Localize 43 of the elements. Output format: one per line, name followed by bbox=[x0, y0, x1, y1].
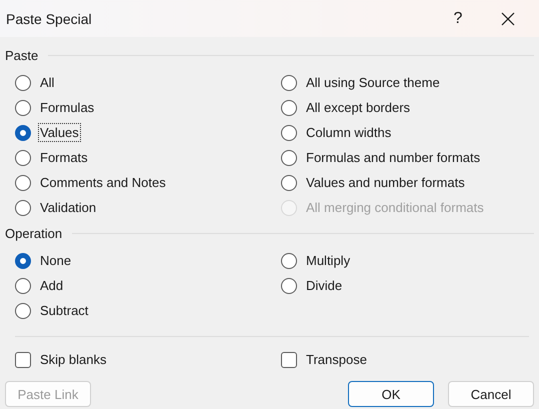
radio-button[interactable] bbox=[15, 252, 31, 268]
help-button[interactable]: ? bbox=[433, 0, 483, 37]
radio-button[interactable] bbox=[281, 278, 297, 294]
radio-label[interactable]: None bbox=[39, 252, 72, 269]
radio-button[interactable] bbox=[281, 124, 297, 140]
dialog-button[interactable]: Cancel bbox=[448, 381, 534, 407]
radio-button[interactable] bbox=[15, 174, 31, 190]
radio-label[interactable]: Add bbox=[39, 277, 64, 294]
radio-button[interactable] bbox=[281, 252, 297, 268]
radio-label[interactable]: Subtract bbox=[39, 302, 90, 319]
radio-label[interactable]: Multiply bbox=[305, 252, 352, 269]
radio-label[interactable]: Formulas and number formats bbox=[305, 149, 482, 166]
radio-button[interactable] bbox=[15, 74, 31, 90]
radio-button[interactable] bbox=[15, 124, 31, 140]
radio-label[interactable]: Values and number formats bbox=[305, 174, 466, 191]
group-label: Paste bbox=[5, 48, 38, 62]
radio-button[interactable] bbox=[15, 150, 31, 166]
close-icon bbox=[501, 12, 515, 26]
radio-button[interactable] bbox=[281, 74, 297, 90]
radio-button[interactable] bbox=[15, 100, 31, 116]
window-title: Paste Special bbox=[6, 10, 93, 26]
radio-label[interactable]: Divide bbox=[305, 277, 344, 294]
radio-label[interactable]: Values bbox=[39, 124, 80, 141]
radio-label[interactable]: All using Source theme bbox=[305, 74, 441, 91]
radio-label[interactable]: Column widths bbox=[305, 124, 392, 141]
radio-button[interactable] bbox=[281, 174, 297, 190]
checkbox-label[interactable]: Transpose bbox=[305, 351, 368, 368]
checkbox-label[interactable]: Skip blanks bbox=[39, 351, 108, 368]
radio-button[interactable] bbox=[15, 200, 31, 216]
radio-label[interactable]: Formats bbox=[39, 149, 89, 166]
radio-button[interactable] bbox=[281, 100, 297, 116]
radio-label[interactable]: All except borders bbox=[305, 99, 412, 116]
radio-button[interactable] bbox=[15, 278, 31, 294]
ok-button[interactable]: OK bbox=[348, 381, 434, 407]
group-label: Operation bbox=[5, 226, 62, 240]
radio-button[interactable] bbox=[281, 150, 297, 166]
radio-label[interactable]: Comments and Notes bbox=[39, 174, 167, 191]
radio-label[interactable]: Validation bbox=[39, 199, 98, 216]
radio-button[interactable] bbox=[15, 302, 31, 318]
checkbox[interactable] bbox=[15, 352, 31, 368]
radio-label[interactable]: All bbox=[39, 74, 56, 91]
checkbox[interactable] bbox=[281, 352, 297, 368]
radio-label[interactable]: Formulas bbox=[39, 99, 96, 116]
